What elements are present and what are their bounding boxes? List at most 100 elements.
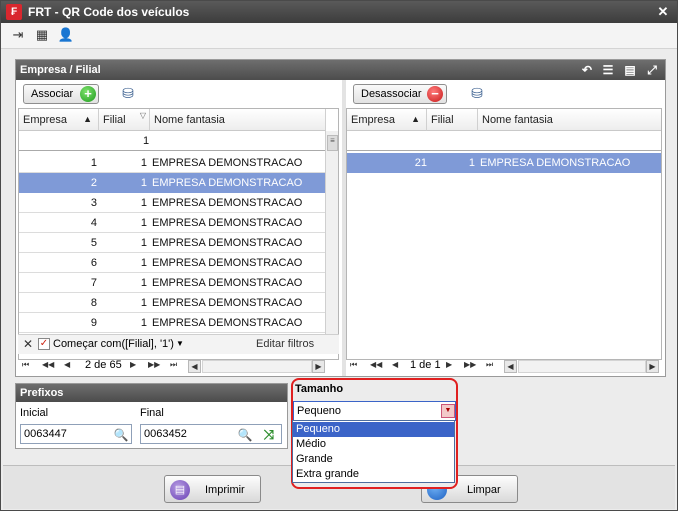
option-pequeno[interactable]: Pequeno (293, 422, 454, 437)
table-row[interactable]: 2 1 EMPRESA DEMONSTRACAO (19, 173, 325, 193)
cell-nome-fantasia: EMPRESA DEMONSTRACAO (152, 317, 303, 329)
col-filial-label: Filial (103, 114, 126, 126)
card-icon[interactable]: ▦ (33, 27, 51, 43)
table-row[interactable]: 8 1 EMPRESA DEMONSTRACAO (19, 293, 325, 313)
inicial-input[interactable]: 0063447 🔍 (20, 424, 132, 444)
edit-filters-link[interactable]: Editar filtros (256, 338, 314, 350)
right-grid: Empresa ▲ Filial Nome fantasia 21 1 EMPR… (346, 108, 662, 360)
cell-nome-fantasia: EMPRESA DEMONSTRACAO (152, 257, 303, 269)
next-set-icon[interactable]: ▶▶ (148, 360, 160, 369)
remove-database-icon[interactable]: ⛁ (467, 84, 487, 102)
search-icon[interactable]: 🔍 (113, 427, 129, 443)
prev-set-icon[interactable]: ◀◀ (42, 360, 54, 369)
right-col-filial[interactable]: Filial (427, 109, 478, 131)
associate-label: Associar (31, 88, 74, 100)
cell-filial: 1 (140, 257, 147, 269)
right-first-page-icon[interactable]: ⏮ (350, 360, 357, 370)
disassociate-button[interactable]: Desassociar − (353, 84, 447, 104)
right-cell-filial: 1 (468, 157, 475, 169)
clear-label: Limpar (467, 484, 501, 496)
col-nome-fantasia[interactable]: Nome fantasia (150, 109, 326, 131)
right-cell-nome: EMPRESA DEMONSTRACAO (480, 157, 631, 169)
tamanho-select[interactable]: Pequeno ▼ (293, 401, 456, 421)
final-search-icon[interactable]: 🔍 (237, 427, 253, 443)
right-prev-set-icon[interactable]: ◀◀ (370, 360, 382, 369)
cell-filial: 1 (140, 197, 147, 209)
prev-page-icon[interactable]: ◀ (64, 360, 70, 369)
option-medio[interactable]: Médio (293, 437, 454, 452)
exit-icon[interactable]: ⇥ (9, 27, 27, 43)
shuffle-icon[interactable]: ⤨ (261, 427, 277, 443)
final-input[interactable]: 0063452 🔍 ⤨ (140, 424, 282, 444)
tamanho-dropdown-list: Pequeno Médio Grande Extra grande (292, 420, 455, 483)
cell-filial: 1 (140, 297, 147, 309)
right-table-row[interactable]: 21 1 EMPRESA DEMONSTRACAO (347, 153, 661, 173)
cell-empresa: 1 (90, 157, 97, 169)
cell-empresa: 7 (90, 277, 97, 289)
cell-empresa: 8 (90, 297, 97, 309)
cell-nome-fantasia: EMPRESA DEMONSTRACAO (152, 177, 303, 189)
right-col-nome-fantasia[interactable]: Nome fantasia (478, 109, 661, 131)
filter-checkbox[interactable]: ✓ (38, 338, 50, 350)
last-page-icon[interactable]: ⏭ (170, 360, 177, 370)
cell-filial: 1 (140, 277, 147, 289)
right-col-empresa[interactable]: Empresa ▲ (347, 109, 427, 131)
print-button[interactable]: ▤ Imprimir (164, 475, 261, 503)
right-filter-row[interactable] (347, 131, 661, 151)
add-database-icon[interactable]: ⛁ (118, 84, 138, 102)
right-prev-page-icon[interactable]: ◀ (392, 360, 398, 369)
right-hscroll-right-button[interactable]: ▶ (646, 360, 659, 373)
right-next-set-icon[interactable]: ▶▶ (464, 360, 476, 369)
cell-empresa: 5 (90, 237, 97, 249)
scroll-thumb[interactable]: ≡ (327, 135, 338, 151)
table-row[interactable]: 9 1 EMPRESA DEMONSTRACAO (19, 313, 325, 333)
option-grande[interactable]: Grande (293, 452, 454, 467)
filter-row[interactable]: 1 (19, 131, 326, 151)
hscroll-left-button[interactable]: ◀ (188, 360, 201, 373)
left-horizontal-scrollbar[interactable] (202, 360, 312, 373)
left-grid: Empresa ▲ Filial ▽ Nome fantasia 1 1 1 EMP… (18, 108, 339, 360)
right-pager: ⏮ ◀◀ ◀ 1 de 1 ▶ ▶▶ ⏭ ◀ ▶ (346, 357, 662, 375)
col-filial[interactable]: Filial ▽ (99, 109, 150, 131)
option-extra-grande[interactable]: Extra grande (293, 467, 454, 482)
right-hscroll-left-button[interactable]: ◀ (504, 360, 517, 373)
cell-empresa: 2 (90, 177, 97, 189)
right-horizontal-scrollbar[interactable] (518, 360, 646, 373)
disassociate-label: Desassociar (361, 88, 422, 100)
cell-filial: 1 (140, 217, 147, 229)
undo-icon[interactable]: ↶ (579, 62, 595, 78)
print-label: Imprimir (205, 484, 245, 496)
filter-dropdown-icon[interactable]: ▼ (176, 339, 184, 348)
expand-icon[interactable]: ⤢ (644, 62, 660, 78)
table-row[interactable]: 7 1 EMPRESA DEMONSTRACAO (19, 273, 325, 293)
clear-filter-icon[interactable]: ✕ (23, 337, 33, 351)
close-icon[interactable]: ✕ (655, 4, 671, 20)
table-row[interactable]: 1 1 EMPRESA DEMONSTRACAO (19, 153, 325, 173)
left-vertical-scrollbar[interactable]: ≡ (325, 131, 338, 336)
right-col-nome-label: Nome fantasia (482, 114, 553, 126)
tamanho-title: Tamanho (295, 383, 344, 395)
hscroll-right-button[interactable]: ▶ (312, 360, 325, 373)
cell-nome-fantasia: EMPRESA DEMONSTRACAO (152, 277, 303, 289)
cell-nome-fantasia: EMPRESA DEMONSTRACAO (152, 157, 303, 169)
table-row[interactable]: 5 1 EMPRESA DEMONSTRACAO (19, 233, 325, 253)
first-page-icon[interactable]: ⏮ (22, 360, 29, 370)
user-icon[interactable]: 👤 (57, 27, 75, 43)
active-filter-bar: ✕ ✓ Começar com([Filial], '1') ▼ Editar … (18, 334, 339, 354)
next-page-icon[interactable]: ▶ (130, 360, 136, 369)
associate-button[interactable]: Associar + (23, 84, 99, 104)
right-next-page-icon[interactable]: ▶ (446, 360, 452, 369)
filter-icon[interactable]: ▽ (140, 111, 146, 120)
cell-nome-fantasia: EMPRESA DEMONSTRACAO (152, 237, 303, 249)
columns-icon[interactable]: ▤ (622, 62, 638, 78)
right-cell-empresa: 21 (414, 157, 427, 169)
right-sort-asc-icon: ▲ (411, 114, 420, 124)
list-icon[interactable]: ☰ (600, 62, 616, 78)
sort-asc-icon: ▲ (83, 114, 92, 124)
chevron-down-icon[interactable]: ▼ (441, 404, 455, 418)
table-row[interactable]: 3 1 EMPRESA DEMONSTRACAO (19, 193, 325, 213)
table-row[interactable]: 4 1 EMPRESA DEMONSTRACAO (19, 213, 325, 233)
col-empresa[interactable]: Empresa ▲ (19, 109, 99, 131)
table-row[interactable]: 6 1 EMPRESA DEMONSTRACAO (19, 253, 325, 273)
right-last-page-icon[interactable]: ⏭ (486, 360, 493, 370)
